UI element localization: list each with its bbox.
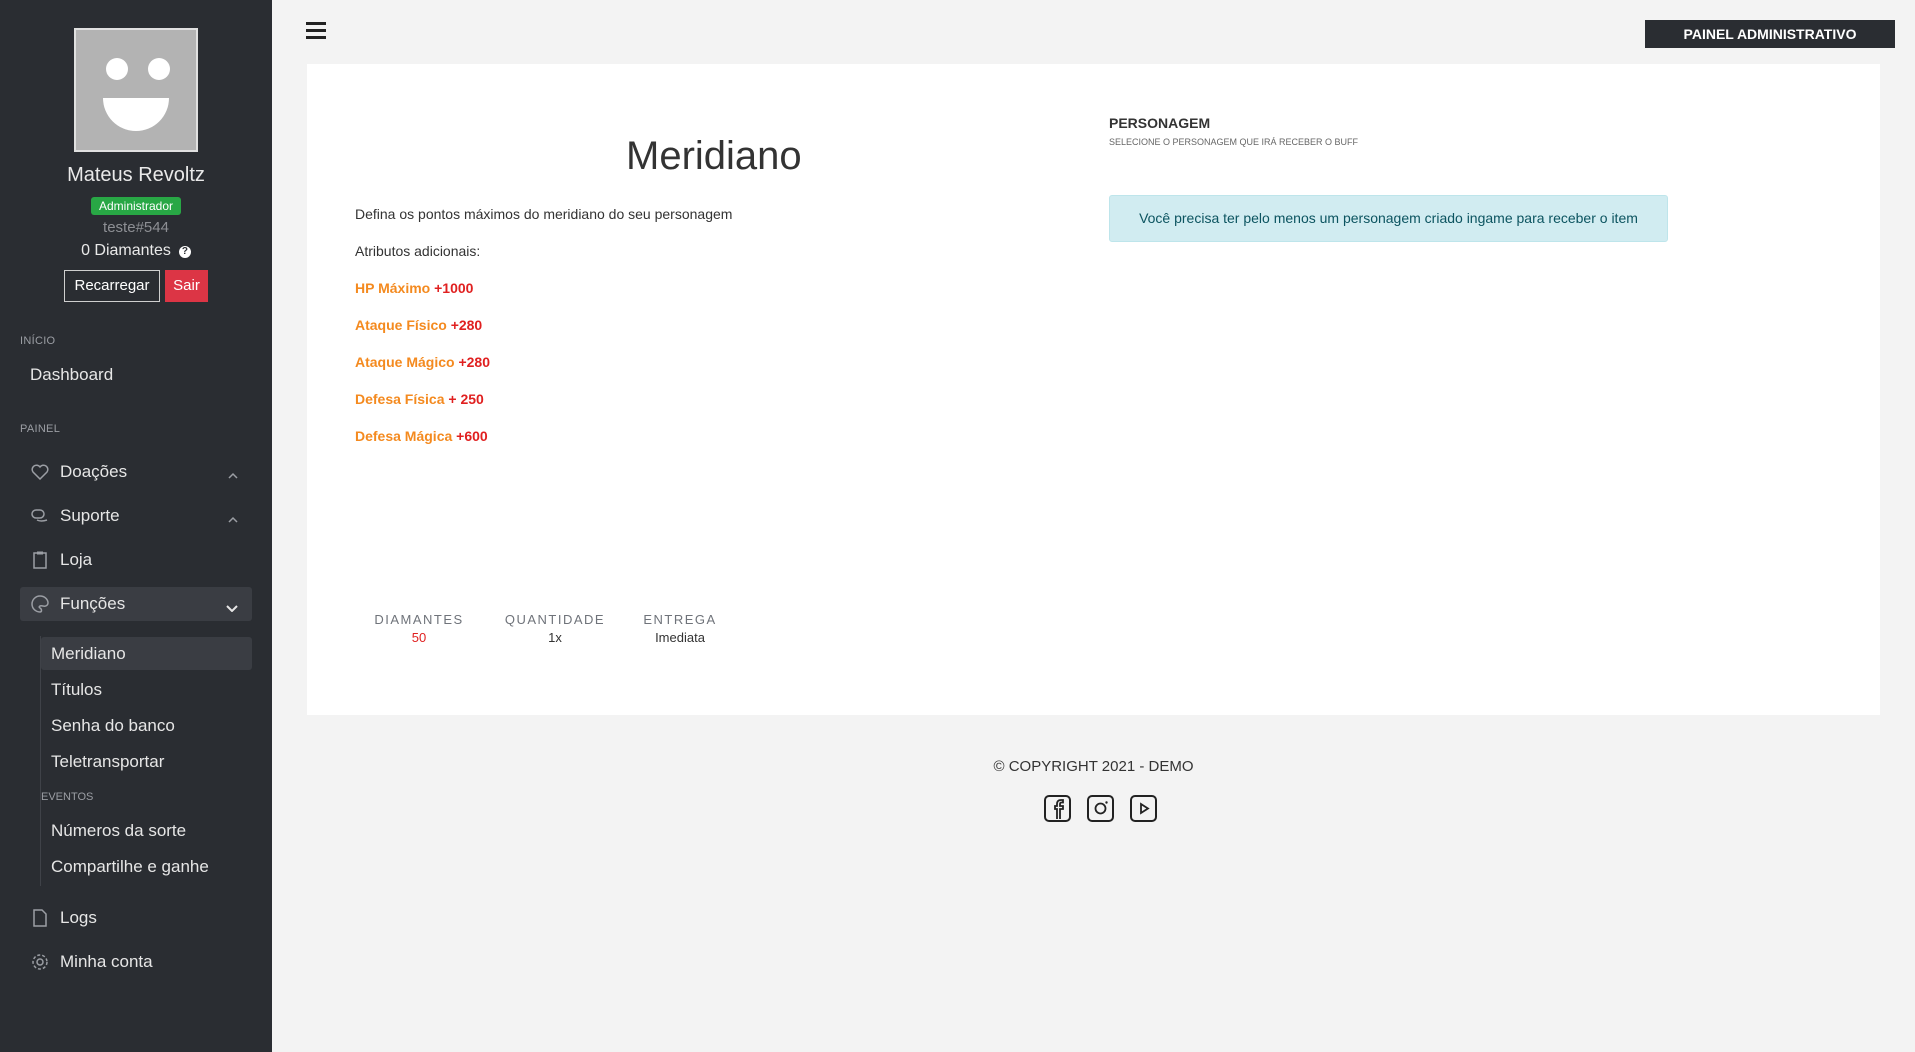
attribute-name: Ataque Mágico <box>355 354 455 370</box>
diamonds-balance: 0 Diamantes? <box>0 242 272 260</box>
stat-value: 50 <box>411 630 427 645</box>
logout-button[interactable]: Sair <box>165 270 208 302</box>
sidebar-subitem-teleport[interactable]: Teletransportar <box>41 745 252 778</box>
sidebar-subitem-share-win[interactable]: Compartilhe e ganhe <box>41 850 252 883</box>
sidebar-item-functions[interactable]: Funções <box>20 587 252 621</box>
stat-value: Imediata <box>655 630 705 645</box>
attribute-value: +1000 <box>434 280 474 296</box>
attribute-name: Defesa Mágica <box>355 428 453 444</box>
sidebar-item-label: Minha conta <box>60 952 153 971</box>
sidebar-subitem-bank-password[interactable]: Senha do banco <box>41 709 252 742</box>
palette-icon <box>30 594 50 614</box>
chevron-down-icon <box>226 597 238 617</box>
sidebar-item-label: Dashboard <box>30 365 114 384</box>
section-label-panel: PAINEL <box>20 423 61 435</box>
sidebar-item-account[interactable]: Minha conta <box>20 945 252 979</box>
diamonds-text: 0 Diamantes <box>81 242 171 259</box>
section-label-start: INÍCIO <box>20 335 56 347</box>
attribute-name: Defesa Física <box>355 391 445 407</box>
facebook-icon[interactable] <box>1044 795 1071 822</box>
clipboard-icon <box>30 550 50 570</box>
attribute-value: +280 <box>458 354 491 370</box>
social-links <box>1044 795 1157 822</box>
attribute-row: Ataque Mágico +280 <box>355 354 490 370</box>
chat-icon <box>30 506 50 526</box>
description: Defina os pontos máximos do meridiano do… <box>355 206 733 222</box>
stat-quantity: QUANTIDADE 1x <box>500 612 610 645</box>
user-tag: teste#544 <box>103 219 169 236</box>
gear-icon <box>30 952 50 972</box>
sidebar-subitem-meridian[interactable]: Meridiano <box>41 637 252 670</box>
sidebar-item-support[interactable]: Suporte <box>20 499 252 533</box>
attribute-row: Defesa Mágica +600 <box>355 428 488 444</box>
page-title: Meridiano <box>626 134 802 178</box>
sidebar: Mateus Revoltz Administrador teste#544 0… <box>0 0 272 1052</box>
youtube-icon[interactable] <box>1130 795 1157 822</box>
user-name: Mateus Revoltz <box>67 164 205 186</box>
sidebar-item-label: Logs <box>60 908 97 927</box>
attribute-row: Ataque Físico +280 <box>355 317 482 333</box>
admin-panel-button[interactable]: PAINEL ADMINISTRATIVO <box>1645 20 1895 48</box>
character-subheading: SELECIONE O PERSONAGEM QUE IRÁ RECEBER O… <box>1109 137 1359 147</box>
stat-diamonds: DIAMANTES 50 <box>364 612 474 645</box>
chevron-up-icon <box>228 509 238 529</box>
avatar-mouth <box>103 98 169 131</box>
attribute-name: HP Máximo <box>355 280 431 296</box>
recharge-button[interactable]: Recarregar <box>64 270 160 302</box>
role-badge: Administrador <box>91 197 181 215</box>
chevron-up-icon <box>228 465 238 485</box>
avatar-eye-right <box>148 58 170 80</box>
sidebar-subitem-titles[interactable]: Títulos <box>41 673 252 706</box>
stat-value: 1x <box>548 630 562 645</box>
help-icon[interactable]: ? <box>178 246 191 258</box>
stat-label: ENTREGA <box>643 612 717 627</box>
avatar <box>74 28 198 152</box>
attribute-row: HP Máximo +1000 <box>355 280 473 296</box>
sidebar-item-label: Funções <box>60 594 126 613</box>
menu-toggle-icon[interactable] <box>306 22 326 40</box>
attribute-value: + 250 <box>448 391 484 407</box>
sidebar-item-label: Doações <box>60 462 128 481</box>
stat-label: QUANTIDADE <box>504 612 606 627</box>
avatar-eye-left <box>106 58 128 80</box>
copyright: © COPYRIGHT 2021 - DEMO <box>993 758 1194 775</box>
sidebar-item-label: Loja <box>60 550 93 569</box>
stat-label: DIAMANTES <box>374 612 464 627</box>
attribute-name: Ataque Físico <box>355 317 447 333</box>
sidebar-item-logs[interactable]: Logs <box>20 901 252 935</box>
character-heading: PERSONAGEM <box>1109 115 1211 131</box>
sidebar-item-dashboard[interactable]: Dashboard <box>20 358 252 392</box>
sidebar-subitem-lucky-numbers[interactable]: Números da sorte <box>41 814 252 847</box>
stat-delivery: ENTREGA Imediata <box>625 612 735 645</box>
file-icon <box>30 908 50 928</box>
sidebar-item-shop[interactable]: Loja <box>20 543 252 577</box>
sidebar-item-donations[interactable]: Doações <box>20 455 252 489</box>
attribute-value: +280 <box>450 317 483 333</box>
attribute-row: Defesa Física + 250 <box>355 391 484 407</box>
info-alert: Você precisa ter pelo menos um personage… <box>1109 195 1668 242</box>
instagram-icon[interactable] <box>1087 795 1114 822</box>
sidebar-item-label: Suporte <box>60 506 120 525</box>
attribute-value: +600 <box>456 428 488 444</box>
section-label-events: EVENTOS <box>41 791 94 803</box>
heart-icon <box>30 462 50 482</box>
attributes-heading: Atributos adicionais: <box>355 243 481 259</box>
